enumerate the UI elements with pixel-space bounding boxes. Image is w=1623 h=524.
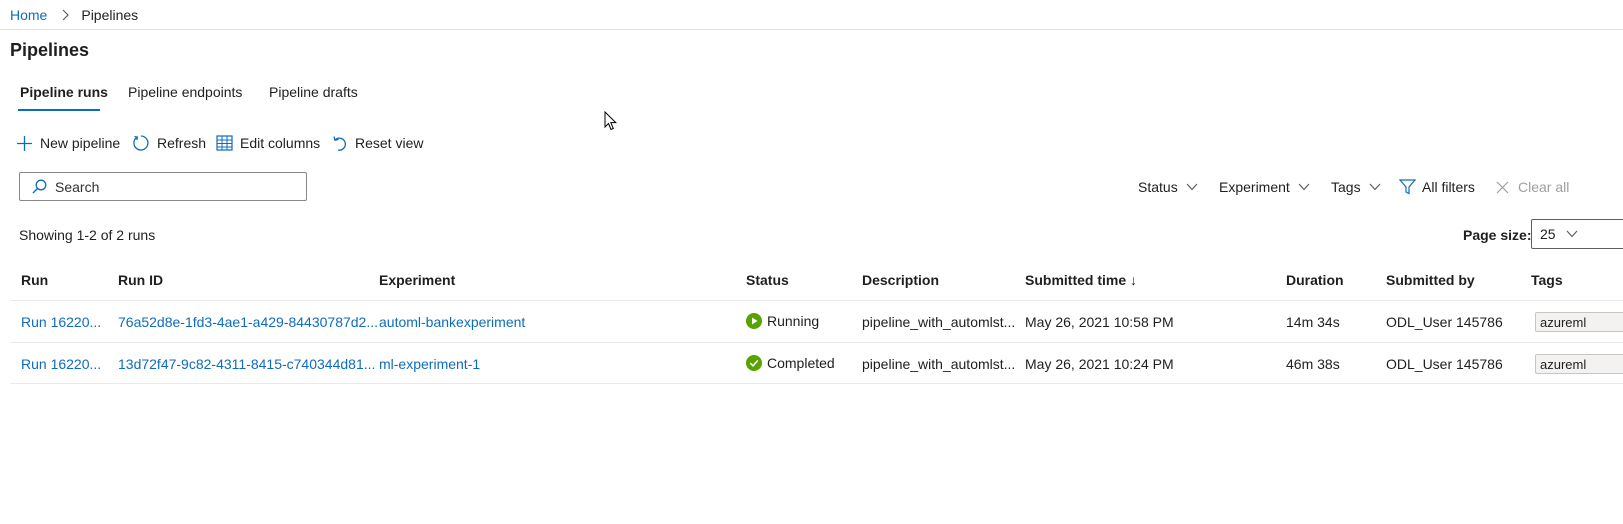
- column-header-submitted-by[interactable]: Submitted by: [1386, 272, 1475, 288]
- refresh-icon: [133, 135, 149, 151]
- chevron-right-icon: [61, 9, 70, 21]
- status-filter-dropdown[interactable]: Status: [1138, 179, 1198, 195]
- new-pipeline-button[interactable]: New pipeline: [16, 133, 120, 153]
- active-tab-indicator: [18, 109, 100, 111]
- status-label: Completed: [767, 355, 835, 371]
- all-filters-button[interactable]: All filters: [1399, 179, 1475, 195]
- new-pipeline-label: New pipeline: [40, 135, 121, 151]
- breadcrumb: Home Pipelines: [10, 6, 138, 24]
- all-filters-label: All filters: [1422, 179, 1475, 195]
- tab-pipeline-runs[interactable]: Pipeline runs: [20, 84, 108, 100]
- row-divider: [10, 383, 1623, 384]
- column-header-submitted-time[interactable]: Submitted time ↓: [1025, 272, 1137, 288]
- run-id-link[interactable]: 13d72f47-9c82-4311-8415-c740344d81...: [118, 356, 375, 372]
- results-count: Showing 1-2 of 2 runs: [19, 227, 156, 243]
- search-icon: [32, 179, 47, 194]
- column-header-run[interactable]: Run: [21, 272, 48, 288]
- run-id-link[interactable]: 76a52d8e-1fd3-4ae1-a429-84430787d2...: [118, 314, 378, 330]
- submitted-time-cell: May 26, 2021 10:58 PM: [1025, 314, 1174, 330]
- refresh-label: Refresh: [157, 135, 207, 151]
- page-size-value: 25: [1540, 226, 1556, 242]
- edit-columns-button[interactable]: Edit columns: [216, 133, 320, 153]
- chevron-down-icon: [1369, 183, 1381, 191]
- edit-columns-label: Edit columns: [240, 135, 321, 151]
- page-size-label: Page size:: [1463, 227, 1532, 243]
- description-cell: pipeline_with_automlst...: [862, 356, 1016, 372]
- status-filter-label: Status: [1138, 179, 1178, 195]
- breadcrumb-current: Pipelines: [81, 7, 139, 23]
- clear-all-label: Clear all: [1518, 179, 1570, 195]
- submitted-by-cell: ODL_User 145786: [1386, 314, 1503, 330]
- close-icon: [1496, 181, 1509, 193]
- page-size-dropdown[interactable]: 25: [1531, 219, 1623, 249]
- filter-icon: [1399, 179, 1416, 195]
- experiment-link[interactable]: ml-experiment-1: [379, 356, 480, 372]
- tags-filter-dropdown[interactable]: Tags: [1331, 179, 1381, 195]
- breadcrumb-home-link[interactable]: Home: [10, 7, 47, 23]
- column-header-duration[interactable]: Duration: [1286, 272, 1344, 288]
- experiment-filter-dropdown[interactable]: Experiment: [1219, 179, 1310, 195]
- submitted-time-cell: May 26, 2021 10:24 PM: [1025, 356, 1174, 372]
- row-divider: [10, 342, 1623, 343]
- reset-view-button[interactable]: Reset view: [332, 133, 423, 153]
- header-divider: [0, 29, 1623, 30]
- mouse-cursor-icon: [604, 111, 618, 131]
- tag-chip[interactable]: azureml: [1535, 312, 1623, 332]
- column-header-run-id[interactable]: Run ID: [118, 272, 163, 288]
- column-header-tags[interactable]: Tags: [1531, 272, 1563, 288]
- duration-cell: 14m 34s: [1286, 314, 1340, 330]
- page-title: Pipelines: [10, 40, 90, 60]
- column-header-description[interactable]: Description: [862, 272, 939, 288]
- duration-cell: 46m 38s: [1286, 356, 1340, 372]
- undo-icon: [333, 135, 346, 151]
- chevron-down-icon: [1186, 183, 1198, 191]
- column-header-status[interactable]: Status: [746, 272, 789, 288]
- running-status-icon: [746, 313, 762, 329]
- experiment-filter-label: Experiment: [1219, 179, 1290, 195]
- header-row-divider: [10, 300, 1623, 301]
- reset-view-label: Reset view: [355, 135, 424, 151]
- tag-chip[interactable]: azureml: [1535, 354, 1623, 374]
- status-label: Running: [767, 313, 820, 329]
- status-cell: Completed: [746, 355, 835, 371]
- description-cell: pipeline_with_automlst...: [862, 314, 1016, 330]
- search-box[interactable]: [19, 172, 307, 201]
- chevron-down-icon: [1298, 183, 1310, 191]
- submitted-by-cell: ODL_User 145786: [1386, 356, 1503, 372]
- completed-status-icon: [746, 355, 762, 371]
- table-columns-icon: [216, 135, 233, 151]
- search-input[interactable]: [55, 178, 285, 195]
- chevron-down-icon: [1566, 230, 1578, 238]
- tab-pipeline-endpoints[interactable]: Pipeline endpoints: [128, 84, 242, 100]
- plus-icon: [17, 135, 32, 151]
- refresh-button[interactable]: Refresh: [132, 133, 206, 153]
- column-header-experiment[interactable]: Experiment: [379, 272, 455, 288]
- run-link[interactable]: Run 16220...: [21, 356, 101, 372]
- clear-all-button[interactable]: Clear all: [1496, 179, 1569, 195]
- tags-filter-label: Tags: [1331, 179, 1361, 195]
- experiment-link[interactable]: automl-bankexperiment: [379, 314, 525, 330]
- run-link[interactable]: Run 16220...: [21, 314, 101, 330]
- status-cell: Running: [746, 313, 819, 329]
- tab-pipeline-drafts[interactable]: Pipeline drafts: [269, 84, 358, 100]
